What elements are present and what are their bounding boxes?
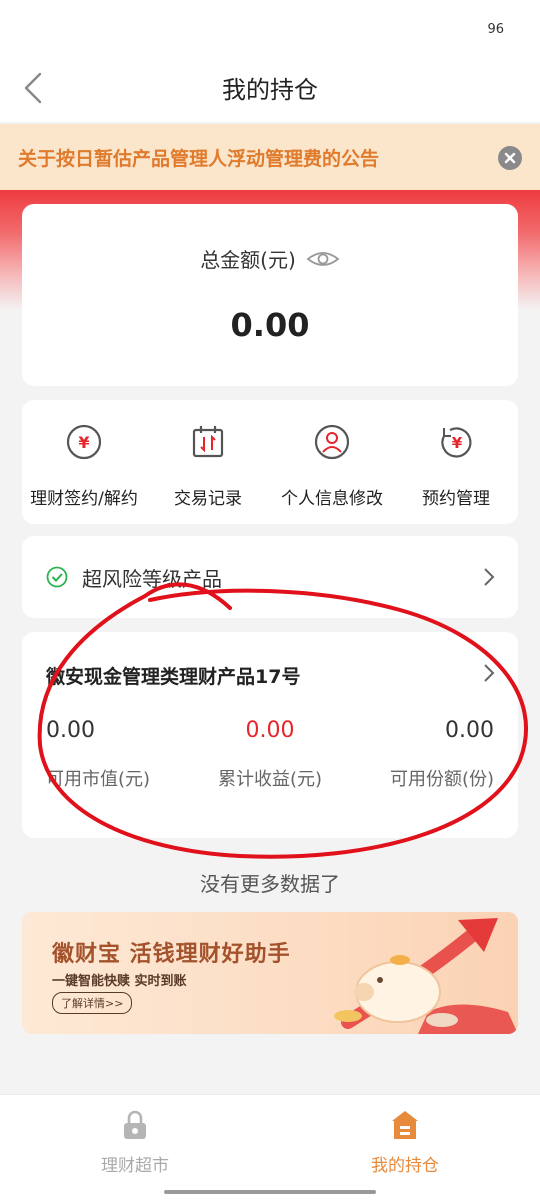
- sign-contract-label: 理财签约/解约: [30, 489, 138, 509]
- available-shares-label: 可用份额(份): [389, 769, 494, 790]
- tab-wealth-market-label: 理财超市: [101, 1156, 169, 1176]
- over-risk-products-label: 超风险等级产品: [82, 566, 222, 591]
- reservation-label: 预约管理: [422, 489, 490, 509]
- chevron-right-icon: [484, 664, 495, 682]
- home-indicator[interactable]: [164, 1190, 376, 1194]
- bottom-tab-bar: 理财超市 我的持仓: [0, 1094, 540, 1200]
- close-icon: [504, 152, 516, 164]
- promo-banner[interactable]: 徽财宝 活钱理财好助手 一键智能快赎 实时到账 了解详情>>: [22, 912, 518, 1034]
- product-name: 徽安现金管理类理财产品17号: [46, 666, 301, 688]
- banner-subtitle: 一键智能快赎 实时到账: [52, 974, 187, 989]
- available-shares: 0.00 可用份额(份): [390, 718, 494, 791]
- total-amount-label: 总金额(元): [200, 248, 296, 272]
- piggy-bank-illustration: [334, 918, 518, 1034]
- total-amount-card: 总金额(元) 0.00: [22, 204, 518, 386]
- no-more-data-text: 没有更多数据了: [200, 872, 340, 896]
- reservation-button[interactable]: ¥ 预约管理: [394, 400, 518, 524]
- svg-text:¥: ¥: [452, 434, 463, 452]
- banner-details-button[interactable]: 了解详情>>: [52, 992, 133, 1014]
- nav-bar: 我的持仓: [0, 56, 540, 122]
- svg-text:¥: ¥: [78, 433, 89, 452]
- announcement-text[interactable]: 关于按日暂估产品管理人浮动管理费的公告: [18, 144, 379, 171]
- total-amount-value: 0.00: [230, 306, 310, 344]
- eye-icon[interactable]: [306, 248, 340, 270]
- transaction-records-label: 交易记录: [174, 489, 242, 509]
- transaction-records-button[interactable]: 交易记录: [146, 400, 270, 524]
- battery-level: 96: [487, 22, 504, 37]
- product-card[interactable]: 徽安现金管理类理财产品17号 0.00 可用市值(元) 0.00 累计收益(元)…: [22, 632, 518, 838]
- personal-info-label: 个人信息修改: [281, 489, 383, 509]
- check-circle-icon: [46, 566, 68, 588]
- over-risk-products-row[interactable]: 超风险等级产品: [22, 536, 518, 618]
- house-icon: [392, 1111, 418, 1139]
- tab-wealth-market[interactable]: 理财超市: [0, 1095, 270, 1200]
- personal-info-button[interactable]: 个人信息修改: [270, 400, 394, 524]
- announcement-bar[interactable]: 关于按日暂估产品管理人浮动管理费的公告: [0, 124, 540, 190]
- tab-my-holdings-label: 我的持仓: [371, 1156, 439, 1176]
- tab-my-holdings[interactable]: 我的持仓: [270, 1095, 540, 1200]
- lock-icon: [124, 1110, 146, 1139]
- chevron-right-icon: [484, 568, 495, 586]
- banner-title: 徽财宝 活钱理财好助手: [52, 942, 291, 967]
- calendar-exchange-icon: [192, 426, 224, 458]
- yuan-circle-icon: ¥: [66, 424, 102, 460]
- user-circle-icon: [314, 424, 350, 460]
- status-bar: 96: [0, 0, 540, 56]
- yuan-refresh-icon: ¥: [441, 427, 472, 458]
- sign-contract-button[interactable]: ¥ 理财签约/解约: [22, 400, 146, 524]
- function-shortcuts: ¥ 理财签约/解约 交易记录 个人信息修改 ¥ 预约管理: [22, 400, 518, 524]
- close-announcement-button[interactable]: [498, 146, 522, 170]
- page-title: 我的持仓: [222, 76, 318, 104]
- available-shares-number: 0.00: [445, 718, 494, 743]
